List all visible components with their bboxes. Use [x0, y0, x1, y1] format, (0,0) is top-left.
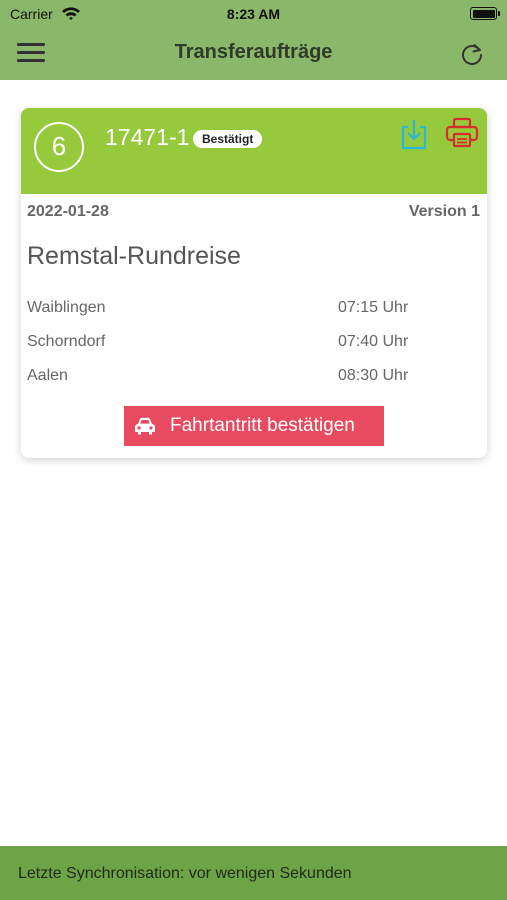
refresh-icon[interactable]	[459, 41, 485, 67]
transfer-order-card[interactable]: 6 17471-1 Bestätigt 2022-01-28 Version 1…	[21, 108, 487, 458]
nav-bar: Transferaufträge	[0, 28, 507, 80]
stop-row: Waiblingen 07:15 Uhr	[27, 299, 477, 319]
tour-name: Remstal-Rundreise	[27, 242, 241, 270]
stop-row: Schorndorf 07:40 Uhr	[27, 333, 477, 353]
sync-status-text: Letzte Synchronisation: vor wenigen Seku…	[18, 865, 352, 882]
battery-icon	[470, 7, 500, 20]
status-badge: Bestätigt	[193, 130, 263, 148]
stop-place: Waiblingen	[27, 299, 106, 316]
page-title: Transferaufträge	[174, 41, 333, 63]
status-bar: Carrier 8:23 AM	[0, 0, 507, 28]
confirm-departure-label: Fahrtantritt bestätigen	[170, 415, 355, 436]
car-icon	[135, 417, 155, 435]
card-header: 6 17471-1 Bestätigt	[21, 108, 487, 194]
stop-place: Schorndorf	[27, 333, 106, 350]
stop-time: 07:40 Uhr	[338, 333, 409, 350]
print-icon[interactable]	[445, 117, 479, 149]
order-index-circle: 6	[34, 122, 84, 172]
confirm-departure-button[interactable]: Fahrtantritt bestätigen	[124, 406, 384, 446]
status-time: 8:23 AM	[226, 6, 281, 22]
download-icon[interactable]	[399, 118, 429, 150]
order-date: 2022-01-28	[27, 203, 109, 220]
order-number: 17471-1	[105, 124, 190, 150]
sync-footer: Letzte Synchronisation: vor wenigen Seku…	[0, 846, 507, 900]
stop-time: 07:15 Uhr	[338, 299, 409, 316]
order-version: Version 1	[408, 203, 480, 220]
stop-time: 08:30 Uhr	[338, 367, 409, 384]
stop-row: Aalen 08:30 Uhr	[27, 367, 477, 387]
stop-place: Aalen	[27, 367, 68, 384]
